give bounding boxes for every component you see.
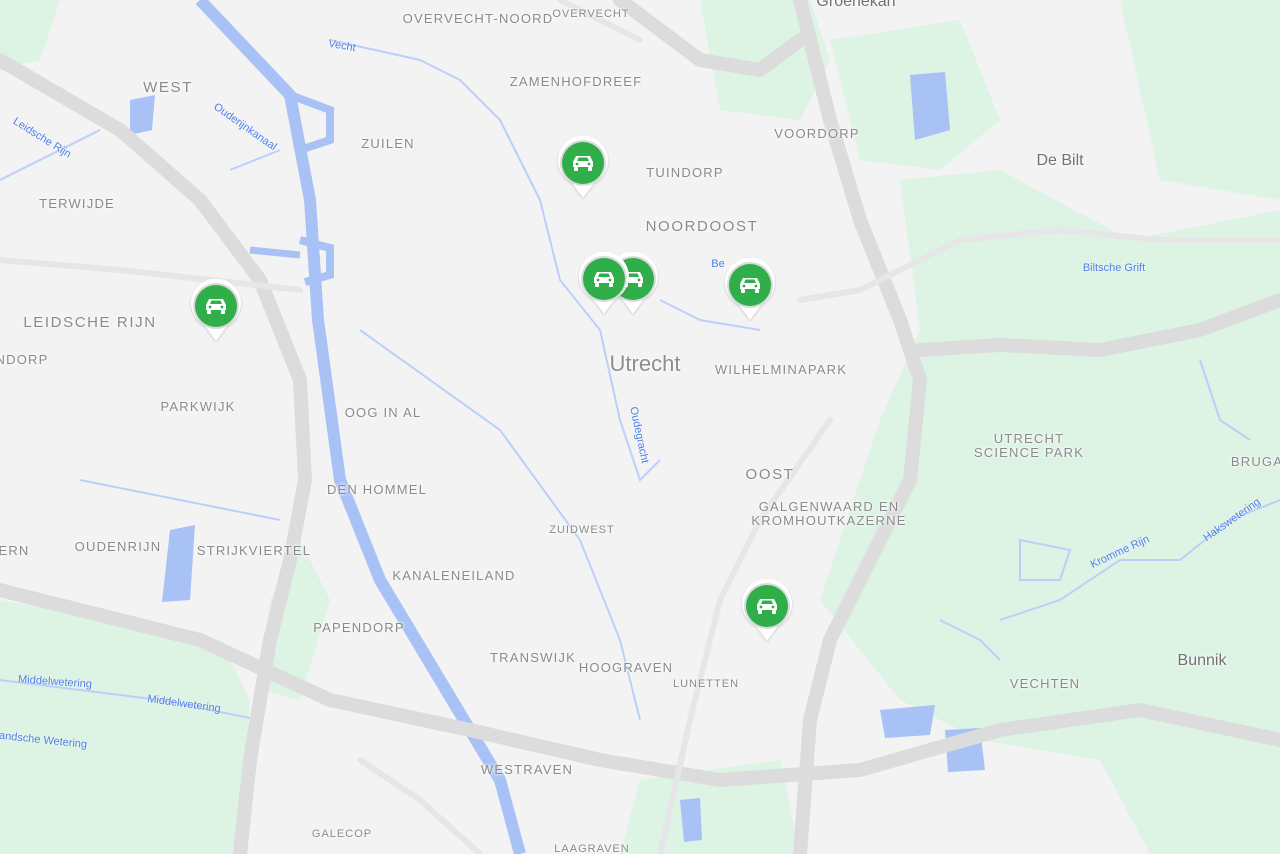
map-canvas[interactable]: Overvecht-Noord Overvecht Zamenhofdreef … <box>0 0 1280 854</box>
label-transwijk: Transwijk <box>490 650 576 665</box>
label-west: West <box>143 79 193 96</box>
label-strijkviertel: Strijkviertel <box>196 543 312 558</box>
label-city-utrecht: Utrecht <box>609 351 681 376</box>
car-icon <box>742 579 792 641</box>
label-leidsche-rijn: Leidsche Rijn <box>23 314 157 331</box>
label-town-groenekan: Groenekan <box>816 0 896 10</box>
label-ndorp: Ndorp <box>0 352 49 367</box>
car-icon <box>725 258 775 320</box>
label-water-biltsche-grift: Biltsche Grift <box>1082 262 1146 274</box>
car-marker-4[interactable] <box>577 252 631 316</box>
car-marker-5[interactable] <box>723 258 777 322</box>
label-zamenhofdreef: Zamenhofdreef <box>509 74 643 89</box>
car-marker-6[interactable] <box>740 579 794 643</box>
label-laagraven: Laagraven <box>554 843 630 854</box>
label-utrecht-science-park: Utrecht Science Park <box>973 431 1085 460</box>
label-voordorp: Voordorp <box>774 126 860 141</box>
label-den-hommel: Den Hommel <box>326 482 428 497</box>
label-tuindorp: Tuindorp <box>646 165 724 180</box>
label-westraven: Westraven <box>480 762 574 777</box>
car-marker-2[interactable] <box>189 279 243 343</box>
label-galecop: Galecop <box>311 828 373 840</box>
label-wilhelminapark: Wilhelminapark <box>714 362 848 377</box>
label-vechten: Vechten <box>1009 676 1081 691</box>
car-icon <box>191 279 241 341</box>
label-ern: Ern <box>0 543 30 558</box>
label-terwijde: Terwijde <box>39 196 115 211</box>
label-papendorp: Papendorp <box>313 620 405 635</box>
label-galgenwaard: Galgenwaard en Kromhoutkazerne <box>751 499 907 528</box>
label-town-bunnik: Bunnik <box>1177 652 1227 669</box>
label-bruga: Bruga <box>1230 454 1280 469</box>
car-icon <box>579 252 629 314</box>
label-lunetten: Lunetten <box>672 678 740 690</box>
label-zuidwest: Zuidwest <box>549 524 615 536</box>
label-kanaleneiland: Kanaleneiland <box>392 568 516 583</box>
label-noordoost: Noordoost <box>645 218 759 235</box>
label-town-de-bilt: De Bilt <box>1036 152 1084 169</box>
car-icon <box>558 136 608 198</box>
label-oudenrijn: Oudenrijn <box>74 539 162 554</box>
label-oost: Oost <box>745 466 795 483</box>
car-marker-1[interactable] <box>556 136 610 200</box>
label-overvecht: Overvecht <box>552 8 630 20</box>
label-hoograven: Hoograven <box>578 660 674 675</box>
label-oog-in-al: Oog in Al <box>344 405 422 420</box>
label-zuilen: Zuilen <box>361 136 415 151</box>
label-parkwijk: Parkwijk <box>160 399 236 414</box>
label-overvecht-noord: Overvecht-Noord <box>402 11 554 26</box>
